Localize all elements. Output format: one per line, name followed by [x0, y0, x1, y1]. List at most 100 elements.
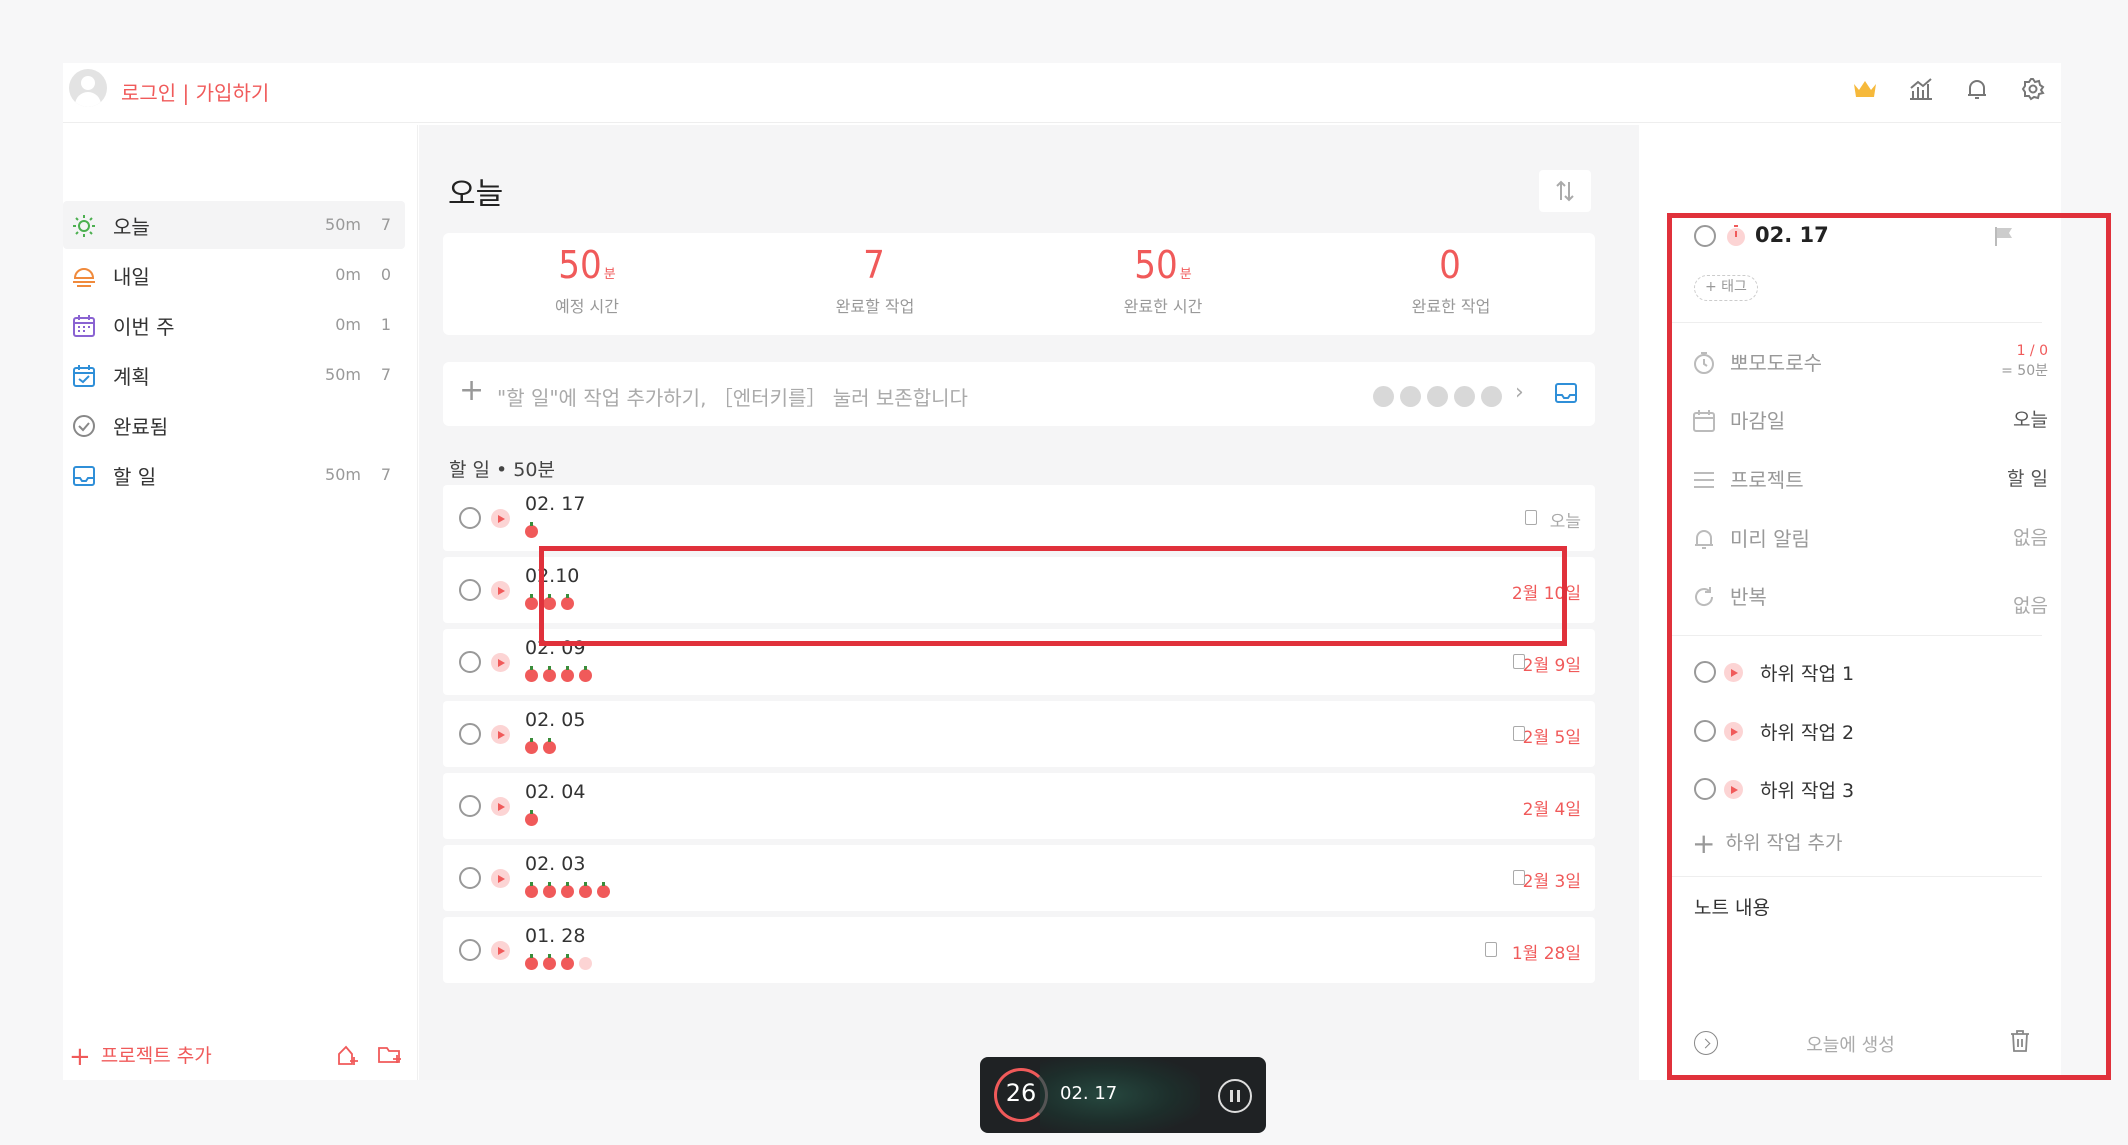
flag-icon[interactable] [1993, 225, 2015, 251]
sidebar-item-count: 7 [380, 215, 391, 234]
chevron-right-icon[interactable]: › [1515, 380, 1524, 405]
task-checkbox[interactable] [459, 507, 481, 529]
play-icon[interactable] [491, 725, 510, 744]
add-tag-icon[interactable] [335, 1044, 359, 1072]
sort-button[interactable] [1539, 170, 1591, 212]
detail-complete-checkbox[interactable] [1694, 225, 1716, 247]
calendar-icon [1692, 409, 1716, 437]
sidebar-item-today[interactable]: 오늘 50m 7 [63, 201, 405, 249]
detail-row-deadline[interactable]: 마감일 오늘 [1692, 401, 2048, 441]
note-field[interactable]: 노트 내용 [1694, 893, 1770, 920]
add-subtask-button[interactable]: + 하위 작업 추가 [1692, 827, 1842, 860]
crown-icon[interactable] [1851, 75, 1879, 103]
task-pomodoros [525, 594, 574, 610]
tomato-icon[interactable] [1400, 386, 1421, 407]
play-icon[interactable] [491, 797, 510, 816]
play-icon[interactable] [491, 653, 510, 672]
task-pomodoros [525, 810, 538, 826]
task-date: 2월 3일 [1522, 872, 1581, 892]
app-window: 로그인 | 가입하기 오늘 50m 7 내일 0m 0 이번 주 0m 1 계획… [63, 63, 2111, 1133]
tomato-icon[interactable] [1373, 386, 1394, 407]
pause-button[interactable] [1218, 1079, 1252, 1113]
bell-icon[interactable] [1963, 75, 1991, 103]
sidebar-item-count: 7 [380, 465, 391, 484]
add-folder-icon[interactable] [377, 1044, 403, 1072]
task-row[interactable]: 02.10 2월 10일 [443, 557, 1595, 623]
tomato-icon [543, 954, 556, 970]
bell-icon [1692, 527, 1716, 555]
subtask-checkbox[interactable] [1694, 778, 1716, 800]
divider [1672, 322, 2042, 323]
add-task-bar[interactable]: + "할 일"에 작업 추가하기, ［엔터키를］ 눌러 보존합니다 › [443, 362, 1595, 426]
add-tag-button[interactable]: + 태그 [1694, 275, 1758, 301]
task-checkbox[interactable] [459, 651, 481, 673]
timer-icon[interactable] [1726, 225, 1746, 251]
play-icon[interactable] [1724, 663, 1743, 682]
play-icon[interactable] [491, 941, 510, 960]
subtask-checkbox[interactable] [1694, 720, 1716, 742]
stat-estimated-time: 50 분 예정 시간 [443, 243, 731, 317]
add-project-button[interactable]: + 프로젝트 추가 [69, 1041, 212, 1072]
task-checkbox[interactable] [459, 867, 481, 889]
task-title: 02. 04 [525, 781, 586, 803]
tomato-icon[interactable] [1481, 386, 1502, 407]
detail-title[interactable]: 02. 17 [1755, 223, 1829, 247]
play-icon[interactable] [1724, 780, 1743, 799]
task-row[interactable]: 02. 17 오늘 [443, 485, 1595, 551]
task-pomodoros [525, 738, 556, 754]
task-pomodoros [525, 882, 610, 898]
note-icon [1513, 870, 1525, 885]
task-row[interactable]: 02. 03 2월 3일 [443, 845, 1595, 911]
detail-row-value: 없음 [2013, 595, 2048, 617]
task-checkbox[interactable] [459, 795, 481, 817]
sidebar-item-tomorrow[interactable]: 내일 0m 0 [63, 251, 405, 299]
top-icons [1851, 75, 2047, 103]
subtask-item[interactable]: 하위 작업 1 [1694, 655, 2050, 691]
tomato-icon [525, 954, 538, 970]
subtask-item[interactable]: 하위 작업 3 [1694, 772, 2050, 808]
sidebar-item-this-week[interactable]: 이번 주 0m 1 [63, 301, 405, 349]
inbox-icon[interactable] [1553, 380, 1579, 410]
timer-icon[interactable] [491, 509, 510, 528]
stat-unit: 분 [1179, 267, 1192, 282]
play-icon[interactable] [491, 581, 510, 600]
tomato-icon[interactable] [1454, 386, 1475, 407]
task-row[interactable]: 01. 28 1월 28일 [443, 917, 1595, 983]
trash-icon[interactable] [2009, 1029, 2031, 1057]
sidebar-item-completed[interactable]: 완료됨 [63, 401, 405, 449]
sidebar-item-label: 완료됨 [113, 415, 169, 439]
statistics-icon[interactable] [1907, 75, 1935, 103]
gear-icon[interactable] [2019, 75, 2047, 103]
task-pomodoros [525, 666, 592, 682]
tomato-icon [597, 882, 610, 898]
sidebar-item-todo[interactable]: 할 일 50m 7 [63, 451, 405, 499]
sidebar-item-plan[interactable]: 계획 50m 7 [63, 351, 405, 399]
divider [1672, 876, 2042, 877]
task-row[interactable]: 02. 05 2월 5일 [443, 701, 1595, 767]
task-row[interactable]: 02. 04 2월 4일 [443, 773, 1595, 839]
detail-row-reminder[interactable]: 미리 알림 없음 [1692, 519, 2048, 559]
tomato-icon[interactable] [1427, 386, 1448, 407]
login-signup-link[interactable]: 로그인 | 가입하기 [121, 77, 269, 106]
tomato-icon [561, 882, 574, 898]
add-task-input[interactable]: "할 일"에 작업 추가하기, ［엔터키를］ 눌러 보존합니다 [497, 382, 968, 411]
plus-icon: + [459, 373, 485, 408]
play-icon[interactable] [491, 869, 510, 888]
task-checkbox[interactable] [459, 939, 481, 961]
play-icon[interactable] [1724, 722, 1743, 741]
detail-row-project[interactable]: 프로젝트 할 일 [1692, 460, 2048, 500]
subtask-item[interactable]: 하위 작업 2 [1694, 714, 2050, 750]
check-circle-icon [71, 413, 97, 439]
task-row[interactable]: 02. 09 2월 9일 [443, 629, 1595, 695]
pomodoro-estimate-selector[interactable] [1373, 386, 1502, 407]
task-checkbox[interactable] [459, 723, 481, 745]
detail-row-pomodoro[interactable]: 뽀모도로수 1 / 0 = 50분 [1692, 343, 2048, 383]
pomodoro-timer[interactable]: 26 02. 17 [980, 1057, 1266, 1133]
section-header: 할 일 • 50분 [449, 459, 555, 481]
avatar[interactable] [69, 69, 107, 107]
task-checkbox[interactable] [459, 579, 481, 601]
add-subtask-label: 하위 작업 추가 [1725, 832, 1843, 854]
subtask-checkbox[interactable] [1694, 661, 1716, 683]
detail-row-repeat[interactable]: 반복 없음 [1692, 577, 2048, 617]
inbox-icon [71, 463, 97, 489]
